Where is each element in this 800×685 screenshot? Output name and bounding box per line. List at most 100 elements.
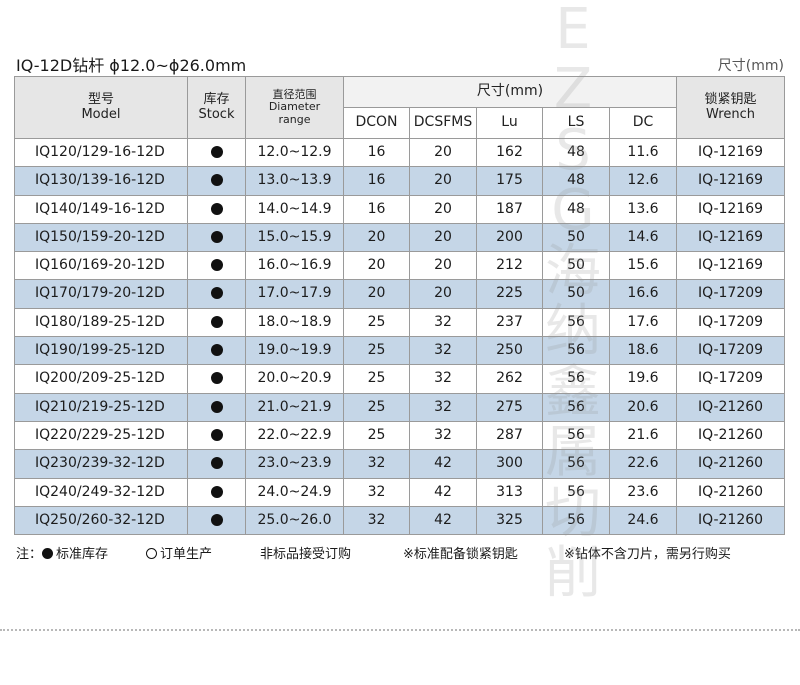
cell-dc: 16.6	[608, 279, 678, 309]
table-row: IQ120/129-16-12D 12.0~12.9 16 20 162 48 11.6 IQ…	[14, 137, 786, 168]
cell-ls: 48	[542, 194, 610, 224]
header-dimensions-group: 尺寸(mm)	[342, 76, 678, 108]
filled-circle-icon	[210, 174, 223, 187]
cell-lu: 175	[476, 166, 543, 196]
filled-circle-icon	[210, 315, 223, 328]
cell-ls: 56	[542, 449, 610, 479]
watermark-char: E	[555, 0, 591, 62]
cell-lu: 162	[476, 137, 543, 168]
cell-dcsfms: 42	[409, 477, 477, 507]
cell-dc: 15.6	[608, 251, 678, 281]
dotted-divider	[0, 629, 800, 631]
cell-ls: 56	[542, 420, 610, 451]
cell-ls: 48	[542, 137, 610, 168]
cell-dcon: 20	[343, 222, 410, 253]
cell-lu: 212	[476, 251, 543, 281]
table-row: IQ160/169-20-12D 16.0~16.9 20 20 212 50 15.6 IQ…	[14, 251, 786, 281]
filled-circle-icon	[210, 230, 223, 243]
cell-range: 24.0~24.9	[245, 477, 344, 507]
header-dcon: DCON	[343, 107, 410, 139]
unit-label: 尺寸(mm)	[717, 58, 784, 74]
cell-model: IQ240/249-32-12D	[14, 477, 188, 507]
table-row: IQ200/209-25-12D 20.0~20.9 25 32 262 56 19.6 IQ…	[14, 364, 786, 394]
cell-wrench: IQ-17209	[676, 307, 786, 338]
cell-lu: 325	[476, 505, 543, 536]
cell-dcsfms: 20	[409, 194, 477, 224]
cell-range: 12.0~12.9	[245, 137, 344, 168]
cell-ls: 48	[542, 166, 610, 196]
cell-dc: 13.6	[608, 194, 678, 224]
cell-range: 15.0~15.9	[245, 222, 344, 253]
header-model: 型号 Model	[14, 76, 188, 139]
filled-circle-icon	[210, 513, 223, 526]
note-wrench: ※标准配备锁紧钥匙	[403, 547, 518, 562]
filled-circle-icon	[210, 287, 223, 300]
header-stock: 库存 Stock	[187, 76, 246, 139]
filled-circle-icon	[42, 548, 54, 559]
cell-model: IQ130/139-16-12D	[14, 166, 188, 196]
cell-dcsfms: 32	[409, 307, 477, 338]
cell-stock	[187, 194, 246, 224]
cell-dc: 22.6	[608, 449, 678, 479]
cell-wrench: IQ-21260	[676, 505, 786, 536]
filled-circle-icon	[210, 259, 223, 272]
cell-dcsfms: 42	[409, 449, 477, 479]
cell-wrench: IQ-12169	[676, 137, 786, 168]
cell-dcon: 25	[343, 307, 410, 338]
cell-dc: 21.6	[608, 420, 678, 451]
table-row: IQ240/249-32-12D 24.0~24.9 32 42 313 56 23.6 IQ…	[14, 477, 786, 507]
cell-stock	[187, 392, 246, 422]
header-wrench-en: Wrench	[706, 106, 755, 122]
cell-stock	[187, 222, 246, 253]
cell-range: 25.0~26.0	[245, 505, 344, 536]
cell-ls: 56	[542, 392, 610, 422]
cell-stock	[187, 279, 246, 309]
header-ls: LS	[542, 107, 610, 139]
table-row: IQ190/199-25-12D 19.0~19.9 25 32 250 56 18.6 IQ…	[14, 336, 786, 366]
cell-dcsfms: 32	[409, 336, 477, 366]
cell-ls: 56	[542, 307, 610, 338]
cell-model: IQ180/189-25-12D	[14, 307, 188, 338]
spec-table-body: IQ120/129-16-12D 12.0~12.9 16 20 162 48 11.6 IQ…	[14, 137, 786, 536]
header-lu: Lu	[476, 107, 543, 139]
cell-dcon: 20	[343, 279, 410, 309]
cell-model: IQ120/129-16-12D	[14, 137, 188, 168]
cell-wrench: IQ-17209	[676, 336, 786, 366]
cell-dcsfms: 32	[409, 364, 477, 394]
table-row: IQ220/229-25-12D 22.0~22.9 25 32 287 56 21.6 IQ…	[14, 420, 786, 451]
cell-lu: 200	[476, 222, 543, 253]
cell-stock	[187, 420, 246, 451]
note-insert: ※钻体不含刀片，需另行购买	[564, 547, 731, 562]
cell-dcsfms: 42	[409, 505, 477, 536]
cell-lu: 287	[476, 420, 543, 451]
cell-dcon: 20	[343, 251, 410, 281]
cell-wrench: IQ-12169	[676, 222, 786, 253]
spec-table: 型号 Model 库存 Stock 直径范围 Diameter range 尺寸…	[14, 76, 786, 536]
cell-lu: 187	[476, 194, 543, 224]
filled-circle-icon	[210, 428, 223, 441]
cell-ls: 56	[542, 364, 610, 394]
page-title: IQ-12D钻杆 ϕ12.0~ϕ26.0mm	[16, 56, 247, 75]
cell-range: 19.0~19.9	[245, 336, 344, 366]
cell-dcon: 25	[343, 420, 410, 451]
cell-stock	[187, 505, 246, 536]
header-range-en-1: Diameter	[268, 100, 321, 114]
note-non-standard: 非标品接受订购	[260, 547, 352, 562]
cell-range: 18.0~18.9	[245, 307, 344, 338]
note-legend: 注： 标准库存	[16, 543, 108, 562]
note-standard-stock: 标准库存	[56, 547, 109, 562]
cell-dc: 17.6	[608, 307, 678, 338]
cell-dcsfms: 32	[409, 392, 477, 422]
cell-dcon: 16	[343, 194, 410, 224]
cell-dcsfms: 32	[409, 420, 477, 451]
cell-dcsfms: 20	[409, 166, 477, 196]
cell-wrench: IQ-17209	[676, 364, 786, 394]
cell-dc: 19.6	[608, 364, 678, 394]
cell-dcsfms: 20	[409, 222, 477, 253]
cell-wrench: IQ-21260	[676, 477, 786, 507]
cell-wrench: IQ-17209	[676, 279, 786, 309]
cell-wrench: IQ-21260	[676, 449, 786, 479]
header-range: 直径范围 Diameter range	[245, 76, 344, 139]
cell-range: 23.0~23.9	[245, 449, 344, 479]
cell-dcon: 25	[343, 392, 410, 422]
